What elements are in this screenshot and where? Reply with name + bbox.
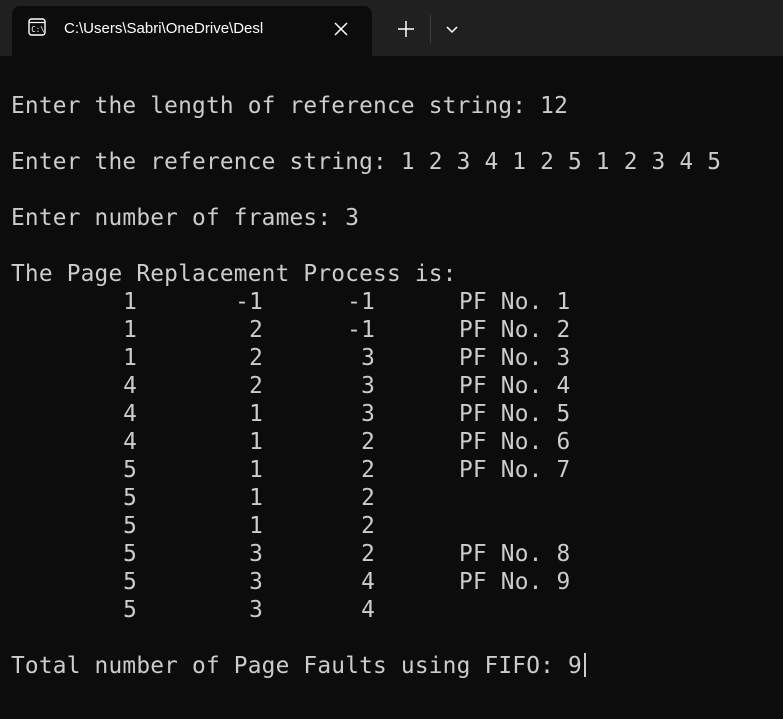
page-fault-cell: PF No. 5	[459, 401, 571, 427]
process-header-line: The Page Replacement Process is:	[11, 261, 457, 287]
frame-3-cell: 3	[361, 345, 375, 371]
frame-3-cell: -1	[347, 289, 375, 315]
prompt-frames-line: Enter number of frames: 3	[11, 205, 360, 231]
svg-text:C:\: C:\	[31, 25, 45, 34]
frame-2-cell: 2	[249, 317, 263, 343]
tab-separator	[430, 15, 431, 43]
frame-3-cell: -1	[347, 317, 375, 343]
frame-2-cell: 1	[249, 485, 263, 511]
frame-2-cell: -1	[235, 289, 263, 315]
total-faults-text: Total number of Page Faults using FIFO: …	[11, 653, 582, 679]
chevron-down-icon[interactable]	[440, 17, 464, 41]
frame-1-cell: 4	[123, 401, 137, 427]
frame-2-cell: 2	[249, 373, 263, 399]
frame-1-cell: 5	[123, 485, 137, 511]
frame-1-cell: 5	[123, 569, 137, 595]
page-fault-cell: PF No. 4	[459, 373, 571, 399]
frame-3-cell: 3	[361, 401, 375, 427]
tab-bar: C:\ C:\Users\Sabri\OneDrive\Desl	[0, 0, 783, 56]
close-icon[interactable]	[330, 18, 352, 40]
frame-1-cell: 1	[123, 345, 137, 371]
frame-1-cell: 1	[123, 317, 137, 343]
frame-2-cell: 1	[249, 457, 263, 483]
frame-3-cell: 4	[361, 597, 375, 623]
frame-3-cell: 2	[361, 485, 375, 511]
frame-2-cell: 1	[249, 429, 263, 455]
page-fault-cell: PF No. 3	[459, 345, 571, 371]
frame-1-cell: 5	[123, 541, 137, 567]
frame-1-cell: 4	[123, 373, 137, 399]
page-fault-cell: PF No. 9	[459, 569, 571, 595]
frame-1-cell: 5	[123, 597, 137, 623]
frame-3-cell: 2	[361, 429, 375, 455]
page-fault-cell: PF No. 1	[459, 289, 571, 315]
frame-1-cell: 4	[123, 429, 137, 455]
frame-3-cell: 2	[361, 541, 375, 567]
frame-2-cell: 1	[249, 513, 263, 539]
terminal-icon: C:\	[28, 18, 46, 36]
frame-2-cell: 3	[249, 597, 263, 623]
frame-3-cell: 2	[361, 513, 375, 539]
frame-3-cell: 2	[361, 457, 375, 483]
frame-1-cell: 5	[123, 457, 137, 483]
plus-icon[interactable]	[393, 16, 419, 42]
frame-2-cell: 3	[249, 541, 263, 567]
text-cursor	[583, 653, 586, 677]
frame-2-cell: 1	[249, 401, 263, 427]
page-fault-cell: PF No. 7	[459, 457, 571, 483]
frame-2-cell: 3	[249, 569, 263, 595]
frame-1-cell: 1	[123, 289, 137, 315]
frame-3-cell: 3	[361, 373, 375, 399]
tab-title: C:\Users\Sabri\OneDrive\Desl	[64, 20, 264, 37]
frame-1-cell: 5	[123, 513, 137, 539]
terminal-output[interactable]: Enter the length of reference string: 12…	[0, 56, 783, 719]
page-fault-cell: PF No. 2	[459, 317, 571, 343]
prompt-refstring-line: Enter the reference string: 1 2 3 4 1 2 …	[11, 149, 722, 175]
tab-terminal[interactable]: C:\ C:\Users\Sabri\OneDrive\Desl	[12, 6, 372, 56]
frame-3-cell: 4	[361, 569, 375, 595]
frame-2-cell: 2	[249, 345, 263, 371]
page-fault-cell: PF No. 8	[459, 541, 571, 567]
total-faults-line: Total number of Page Faults using FIFO: …	[11, 652, 586, 680]
prompt-length-line: Enter the length of reference string: 12	[11, 93, 568, 119]
page-fault-cell: PF No. 6	[459, 429, 571, 455]
